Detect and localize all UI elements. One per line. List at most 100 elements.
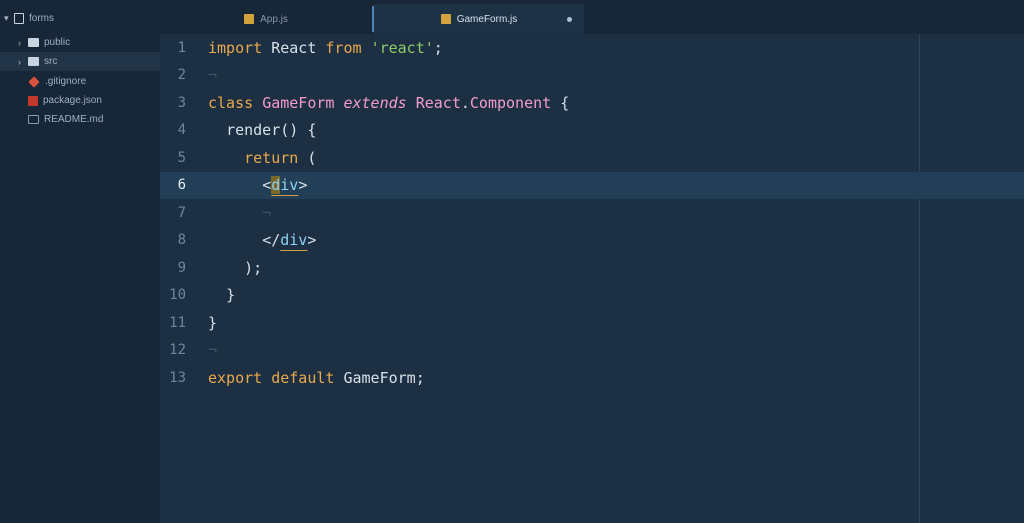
token: ;: [415, 369, 425, 387]
repo-icon: [14, 13, 24, 24]
code-text: }: [208, 282, 235, 309]
whitespace-marker: ¬: [208, 341, 218, 359]
folder-icon: [28, 57, 39, 66]
token: div: [280, 231, 308, 249]
line-number: 10: [169, 287, 186, 303]
line-number: 6: [177, 177, 186, 193]
token: }: [226, 286, 236, 304]
token: default: [271, 369, 335, 387]
code-line[interactable]: 1 import React from 'react';: [160, 35, 1024, 62]
line-number: 4: [177, 122, 186, 138]
code-line[interactable]: 10 }: [160, 282, 1024, 309]
chevron-right-icon: ›: [18, 37, 21, 48]
code-line[interactable]: 9 );: [160, 255, 1024, 282]
code-editor[interactable]: 1 import React from 'react'; 2 ¬ 3 class…: [160, 34, 1024, 523]
tab-label: App.js: [260, 13, 288, 25]
code-text: </div>: [208, 227, 316, 254]
line-number: 1: [177, 40, 186, 56]
line-number: 11: [169, 315, 186, 331]
file-tree-sidebar: ▾ forms › public › src .gitignore packag…: [0, 0, 160, 523]
token: export: [208, 369, 263, 387]
code-text: );: [208, 255, 262, 282]
code-line[interactable]: 12 ¬: [160, 337, 1024, 364]
line-number: 5: [177, 150, 186, 166]
tree-item-label: package.json: [43, 95, 102, 106]
git-icon: [28, 75, 40, 88]
tree-item-gitignore[interactable]: .gitignore: [0, 72, 160, 91]
token: return: [244, 149, 299, 167]
line-number: 7: [177, 205, 186, 221]
token: Component: [469, 94, 552, 112]
token: (): [280, 121, 299, 139]
token: (: [307, 149, 317, 167]
token: class: [208, 94, 254, 112]
code-text: }: [208, 310, 217, 337]
token: GameForm: [262, 94, 335, 112]
js-file-icon: [440, 14, 451, 24]
chevron-right-icon: ›: [18, 56, 21, 67]
token: extends: [343, 94, 407, 112]
tree-root-forms[interactable]: ▾ forms: [4, 9, 154, 28]
code-line[interactable]: 5 return (: [160, 145, 1024, 172]
tree-item-label: .gitignore: [45, 76, 87, 87]
modified-indicator: [567, 17, 572, 22]
token: {: [560, 94, 570, 112]
token: >: [298, 176, 308, 194]
code-text: <div>: [208, 172, 307, 199]
code-line[interactable]: 11 }: [160, 310, 1024, 337]
code-text: export default GameForm;: [208, 365, 425, 392]
tab-bar: App.js GameForm.js: [160, 0, 1024, 34]
token: {: [307, 121, 317, 139]
line-number: 12: [169, 342, 186, 358]
token: React: [271, 39, 317, 57]
token: React: [415, 94, 461, 112]
code-line[interactable]: 7 ¬: [160, 200, 1024, 227]
token: render: [226, 121, 281, 139]
code-text: import React from 'react';: [208, 35, 443, 62]
code-line-current[interactable]: 6 <div>: [160, 172, 1024, 199]
token: from: [325, 39, 362, 57]
code-line[interactable]: 2 ¬: [160, 62, 1024, 89]
token: <: [262, 176, 272, 194]
tree-item-label: README.md: [44, 114, 104, 125]
markdown-file-icon: [28, 115, 39, 124]
token: </: [262, 231, 281, 249]
code-text: render() {: [208, 117, 316, 144]
code-line[interactable]: 4 render() {: [160, 117, 1024, 144]
code-line[interactable]: 8 </div>: [160, 227, 1024, 254]
js-file-icon: [244, 14, 255, 24]
chevron-down-icon: ▾: [4, 13, 9, 23]
json-file-icon: [28, 95, 38, 106]
tab-gameform-js[interactable]: GameForm.js: [374, 4, 584, 34]
code-line[interactable]: 13 export default GameForm;: [160, 365, 1024, 392]
tree-item-label: public: [44, 37, 71, 48]
text-cursor: d: [271, 176, 281, 194]
code-text: class GameForm extends React.Component {: [208, 90, 569, 117]
line-number: 9: [177, 260, 186, 276]
token: GameForm: [343, 369, 416, 387]
token: iv: [280, 176, 299, 194]
whitespace-marker: ¬: [208, 66, 218, 84]
token: }: [208, 314, 218, 332]
token: .: [460, 94, 470, 112]
code-line[interactable]: 3 class GameForm extends React.Component…: [160, 90, 1024, 117]
tab-label: GameForm.js: [456, 13, 518, 25]
tab-app-js[interactable]: App.js: [160, 4, 372, 34]
token: >: [307, 231, 317, 249]
token: 'react': [370, 39, 434, 57]
whitespace-marker: ¬: [208, 204, 272, 222]
line-number: 8: [177, 232, 186, 248]
token: import: [208, 39, 263, 57]
folder-icon: [28, 38, 39, 47]
token: ;: [433, 39, 443, 57]
token: );: [244, 259, 263, 277]
tree-item-label: src: [44, 56, 58, 67]
line-number: 13: [169, 370, 186, 386]
line-number: 3: [177, 95, 186, 111]
tree-item-readme[interactable]: README.md: [0, 110, 160, 129]
line-number: 2: [177, 67, 186, 83]
tree-item-public[interactable]: › public: [0, 33, 160, 52]
tree-item-src[interactable]: › src: [0, 52, 160, 71]
tree-root-label: forms: [29, 13, 54, 24]
tree-item-package-json[interactable]: package.json: [0, 91, 160, 110]
